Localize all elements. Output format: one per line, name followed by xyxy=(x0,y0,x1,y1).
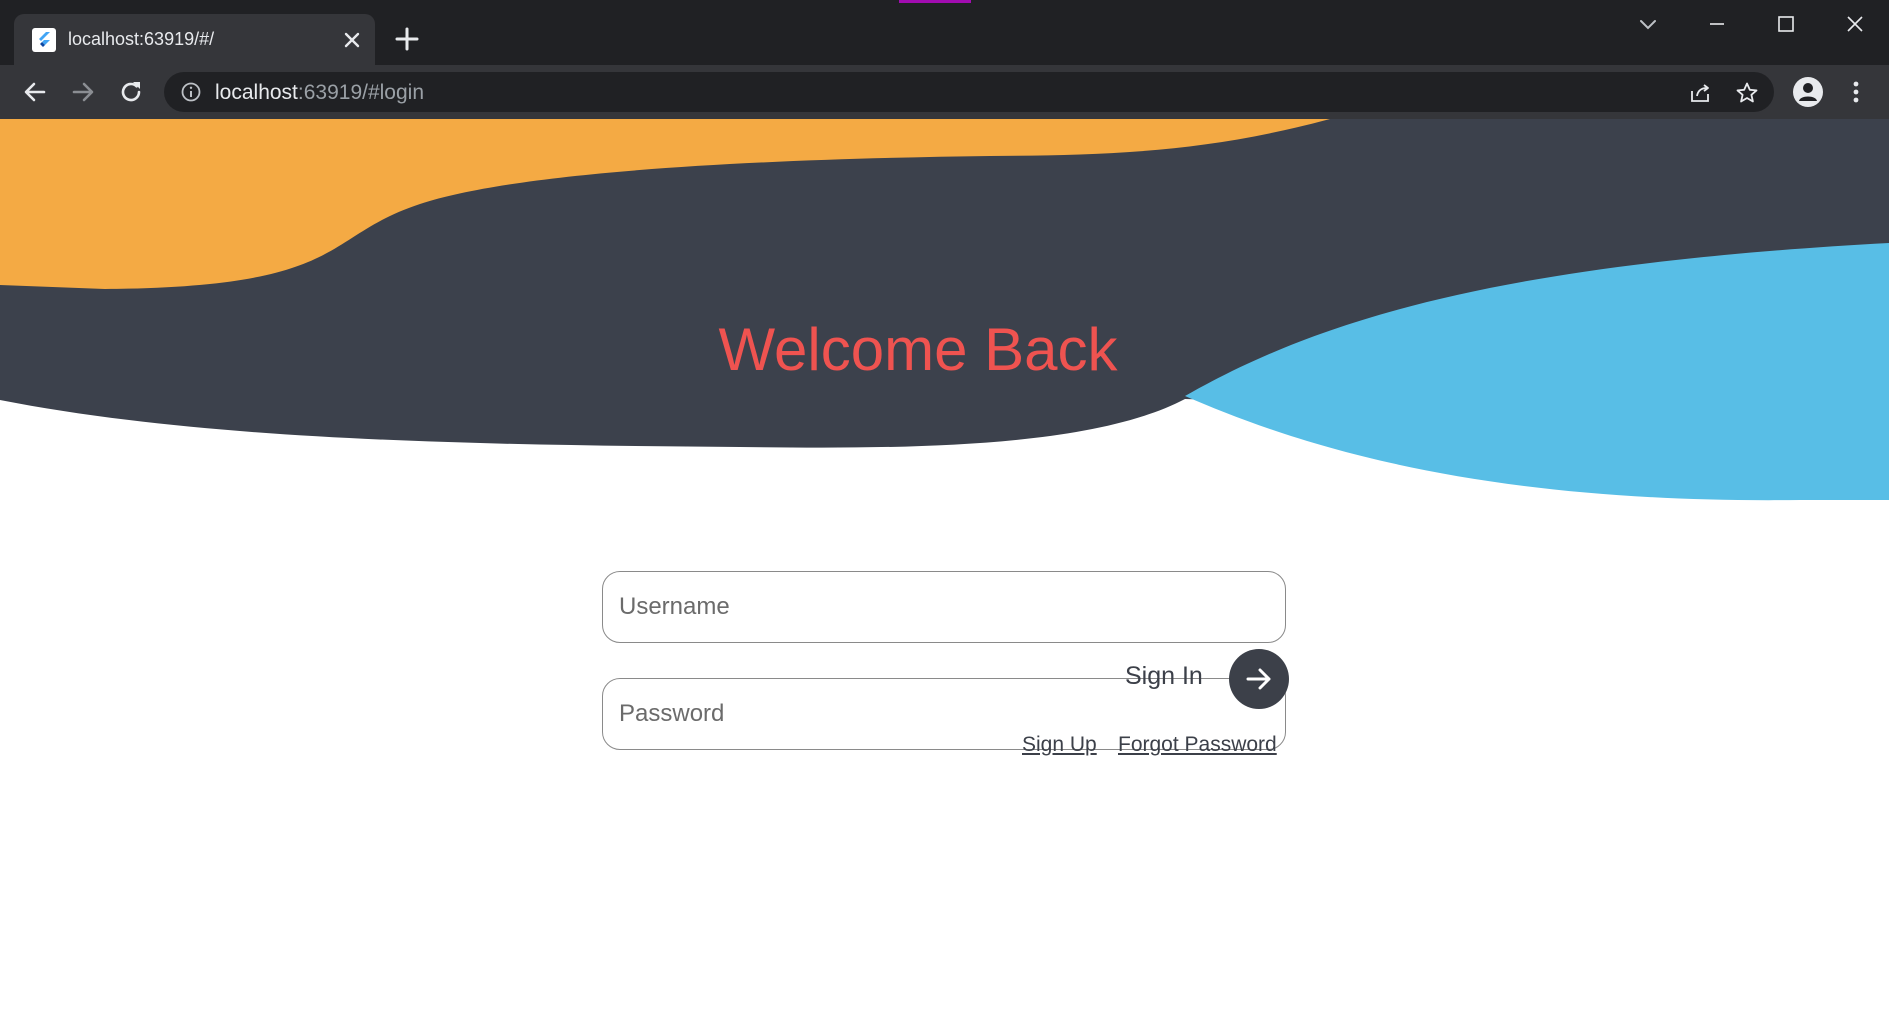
browser-tab[interactable]: localhost:63919/#/ xyxy=(14,14,375,65)
sign-in-button[interactable] xyxy=(1229,649,1289,709)
bookmark-star-icon[interactable] xyxy=(1735,81,1759,105)
reload-icon[interactable] xyxy=(116,77,146,107)
sign-up-link[interactable]: Sign Up xyxy=(1022,733,1097,757)
sign-in-label[interactable]: Sign In xyxy=(1125,662,1203,691)
browser-window: localhost:63919/#/ localhost:63919/#logi… xyxy=(0,0,1889,1020)
profile-avatar-icon[interactable] xyxy=(1793,77,1823,107)
maximize-icon[interactable] xyxy=(1772,10,1800,38)
minimize-icon[interactable] xyxy=(1703,10,1731,38)
back-arrow-icon[interactable] xyxy=(20,77,50,107)
browser-toolbar: localhost:63919/#login xyxy=(0,65,1889,119)
close-window-icon[interactable] xyxy=(1841,10,1869,38)
tab-search-chevron-icon[interactable] xyxy=(1634,10,1662,38)
url-text[interactable]: localhost:63919/#login xyxy=(215,81,424,105)
more-menu-icon[interactable] xyxy=(1846,77,1866,107)
tab-strip: localhost:63919/#/ xyxy=(0,0,1889,65)
username-field[interactable] xyxy=(602,571,1286,643)
username-input[interactable] xyxy=(619,572,1269,642)
share-icon[interactable] xyxy=(1688,81,1712,105)
tab-title: localhost:63919/#/ xyxy=(68,29,215,49)
forward-arrow-icon[interactable] xyxy=(68,77,98,107)
forgot-password-link[interactable]: Forgot Password xyxy=(1118,733,1277,757)
site-info-icon[interactable] xyxy=(180,81,202,103)
new-tab-icon[interactable] xyxy=(394,26,420,52)
welcome-heading: Welcome Back xyxy=(718,316,1118,383)
url-path: :63919/#login xyxy=(297,81,425,104)
login-page: Welcome Back Sign In Sign Up Forgot Pass… xyxy=(0,119,1889,1020)
tab-strip-accent xyxy=(899,0,971,3)
url-host: localhost xyxy=(215,81,298,104)
close-tab-icon[interactable] xyxy=(341,29,363,51)
flutter-icon xyxy=(32,28,56,52)
address-bar[interactable]: localhost:63919/#login xyxy=(164,72,1774,112)
arrow-right-icon xyxy=(1246,668,1271,690)
